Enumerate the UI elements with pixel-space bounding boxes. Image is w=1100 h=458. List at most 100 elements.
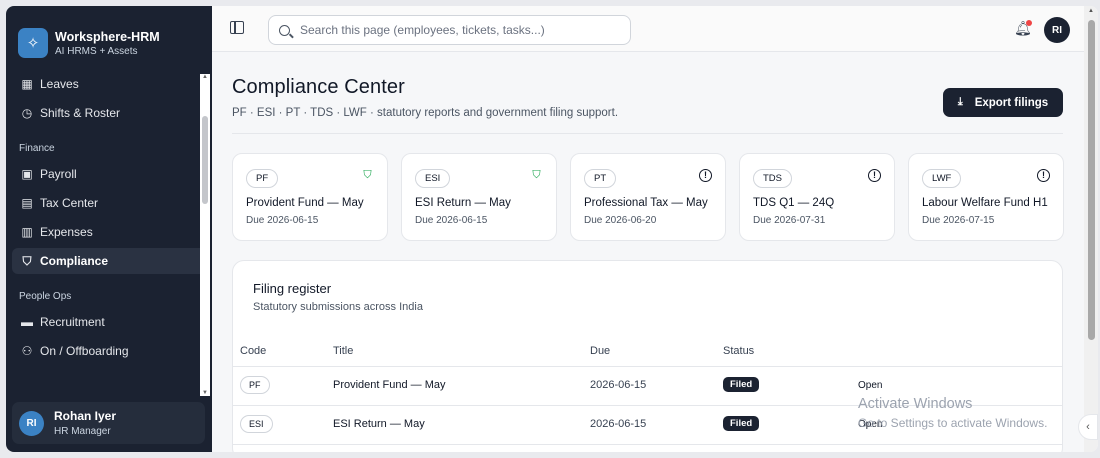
sidebar-scrollbar[interactable]: ▲ ▼ xyxy=(200,74,210,396)
top-avatar[interactable]: RI xyxy=(1044,17,1070,43)
main-area: 🔔︎ RI Compliance Center PF · ESI · PT · … xyxy=(212,6,1098,452)
brand[interactable]: ✧ Worksphere-HRM AI HRMS + Assets xyxy=(6,6,212,64)
sidebar-nav: ▭ ▦ Leaves ◷ Shifts & Roster Finance ▣ P… xyxy=(6,66,212,396)
sidebar: ✧ Worksphere-HRM AI HRMS + Assets ▭ ▦ Le… xyxy=(6,6,212,452)
page-subtitle: PF · ESI · PT · TDS · LWF · statutory re… xyxy=(232,107,619,119)
alert-circle-icon: ! xyxy=(868,169,881,182)
sparkle-logo-icon: ✧ xyxy=(18,28,48,58)
receipt-icon: ▥ xyxy=(21,225,33,239)
calendar-icon: ▦ xyxy=(21,77,33,91)
code-chip: PF xyxy=(240,376,270,394)
watermark-line-1: Activate Windows xyxy=(858,396,973,412)
calculator-icon: ▤ xyxy=(21,196,33,210)
export-filings-button[interactable]: ⤓ Export filings xyxy=(943,88,1063,117)
page-title: Compliance Center xyxy=(232,76,405,98)
export-button-label: Export filings xyxy=(974,96,1049,109)
user-role: HR Manager xyxy=(54,426,111,437)
scroll-up-arrow-icon[interactable]: ▲ xyxy=(200,74,210,80)
code-chip: ESI xyxy=(240,415,273,433)
column-header-due[interactable]: Due xyxy=(590,345,610,357)
main-scrollbar[interactable]: ▲ xyxy=(1084,6,1098,452)
sidebar-item-label: Expenses xyxy=(40,225,93,239)
sidebar-item-leaves[interactable]: ▦ Leaves xyxy=(12,71,206,97)
search-input[interactable] xyxy=(300,23,620,37)
brand-subtitle: AI HRMS + Assets xyxy=(55,45,138,57)
card-title: Professional Tax — May xyxy=(584,197,708,209)
column-header-title[interactable]: Title xyxy=(333,345,353,357)
sidebar-item-onboarding[interactable]: ⚇ On / Offboarding xyxy=(12,338,206,364)
filing-card-pt[interactable]: PT ! Professional Tax — May Due 2026-06-… xyxy=(570,153,726,241)
card-title: TDS Q1 — 24Q xyxy=(753,197,835,209)
scroll-up-arrow-icon[interactable]: ▲ xyxy=(1084,8,1098,14)
register-subtitle: Statutory submissions across India xyxy=(253,301,423,313)
card-title: ESI Return — May xyxy=(415,197,511,209)
register-title: Filing register xyxy=(253,281,332,296)
filing-card-esi[interactable]: ESI ⛉ ESI Return — May Due 2026-06-15 xyxy=(401,153,557,241)
sidebar-item-partial[interactable]: ▭ xyxy=(12,66,206,68)
sidebar-item-expenses[interactable]: ▥ Expenses xyxy=(12,219,206,245)
card-title: Provident Fund — May xyxy=(246,197,364,209)
sidebar-item-shifts[interactable]: ◷ Shifts & Roster xyxy=(12,100,206,126)
notification-dot xyxy=(1026,20,1032,26)
sidebar-item-label: Leaves xyxy=(40,77,79,91)
filing-card-lwf[interactable]: LWF ! Labour Welfare Fund H1 Due 2026-07… xyxy=(908,153,1064,241)
clock-icon: ◷ xyxy=(21,106,33,120)
sidebar-item-recruitment[interactable]: ▬ Recruitment xyxy=(12,309,206,335)
status-badge: Filed xyxy=(723,416,760,431)
card-due: Due 2026-06-20 xyxy=(584,215,657,226)
chevron-left-icon[interactable]: ‹ xyxy=(1078,414,1098,440)
sidebar-item-compliance[interactable]: ⛉ Compliance xyxy=(12,248,206,274)
card-due: Due 2026-06-15 xyxy=(415,215,488,226)
card-due: Due 2026-07-31 xyxy=(753,215,826,226)
row-title: Provident Fund — May xyxy=(333,379,446,391)
divider xyxy=(232,133,1063,134)
sidebar-scroll-thumb[interactable] xyxy=(202,116,208,204)
topbar: 🔔︎ RI xyxy=(212,6,1098,52)
code-chip: PT xyxy=(584,169,617,188)
search-icon xyxy=(279,24,290,36)
table-header: Code Title Due Status xyxy=(233,337,1062,367)
row-due: 2026-06-15 xyxy=(590,418,647,430)
code-chip: TDS xyxy=(753,169,792,188)
column-header-code[interactable]: Code xyxy=(240,345,266,357)
avatar: RI xyxy=(19,410,44,436)
code-chip: LWF xyxy=(922,169,962,188)
alert-circle-icon: ! xyxy=(699,169,712,182)
card-due: Due 2026-07-15 xyxy=(922,215,995,226)
sidebar-item-label: On / Offboarding xyxy=(40,344,129,358)
user-name: Rohan Iyer xyxy=(54,409,117,423)
shield-icon: ⛉ xyxy=(22,253,32,268)
shield-check-icon: ⛉ xyxy=(363,169,372,181)
row-due: 2026-06-15 xyxy=(590,379,647,391)
filing-card-tds[interactable]: TDS ! TDS Q1 — 24Q Due 2026-07-31 xyxy=(739,153,895,241)
sidebar-item-payroll[interactable]: ▣ Payroll xyxy=(12,161,206,187)
briefcase-icon: ▬ xyxy=(21,315,33,329)
list-icon: ▭ xyxy=(20,66,34,68)
open-link[interactable]: Open xyxy=(858,380,882,391)
page-content: Compliance Center PF · ESI · PT · TDS · … xyxy=(232,52,1064,452)
user-profile[interactable]: RI Rohan Iyer HR Manager xyxy=(12,402,205,444)
filing-card-pf[interactable]: PF ⛉ Provident Fund — May Due 2026-06-15 xyxy=(232,153,388,241)
shield-check-icon: ⛉ xyxy=(532,169,541,181)
sidebar-item-label: Shifts & Roster xyxy=(40,106,121,120)
card-title: Labour Welfare Fund H1 xyxy=(922,197,1048,209)
sidebar-item-label: Compliance xyxy=(40,254,109,268)
sidebar-item-tax-center[interactable]: ▤ Tax Center xyxy=(12,190,206,216)
brand-name: Worksphere-HRM xyxy=(55,29,160,44)
watermark-line-2: Go to Settings to activate Windows. xyxy=(858,416,1048,430)
code-chip: PF xyxy=(246,169,279,188)
sidebar-toggle-icon[interactable] xyxy=(230,21,244,34)
main-scroll-thumb[interactable] xyxy=(1088,20,1095,340)
search-box[interactable] xyxy=(268,15,631,45)
status-badge: Filed xyxy=(723,377,760,392)
windows-activation-watermark: Activate Windows Go to Settings to activ… xyxy=(858,396,1047,430)
scroll-down-arrow-icon[interactable]: ▼ xyxy=(200,390,210,396)
alert-circle-icon: ! xyxy=(1037,169,1050,182)
user-plus-icon: ⚇ xyxy=(21,344,33,358)
download-icon: ⤓ xyxy=(957,96,963,108)
column-header-status[interactable]: Status xyxy=(723,345,754,357)
sidebar-item-label: Payroll xyxy=(40,167,77,181)
row-title: ESI Return — May xyxy=(333,418,425,430)
sidebar-item-label: Tax Center xyxy=(40,196,99,210)
card-due: Due 2026-06-15 xyxy=(246,215,319,226)
